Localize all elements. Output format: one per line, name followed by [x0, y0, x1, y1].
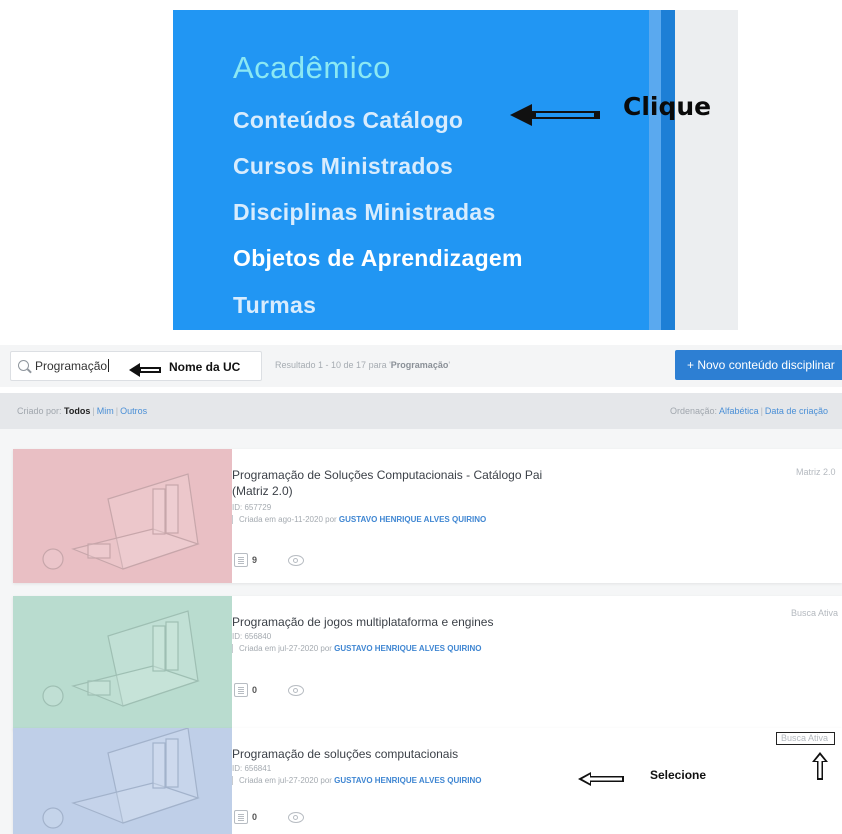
card-author-link[interactable]: GUSTAVO HENRIQUE ALVES QUIRINO	[339, 515, 486, 524]
annotation-arrow-up-icon	[812, 752, 828, 780]
menu-item-disciplinas-ministradas[interactable]: Disciplinas Ministradas	[233, 199, 496, 226]
menu-item-conteudos-catalogo[interactable]: Conteúdos Catálogo	[233, 107, 463, 134]
annotation-selecione: Selecione	[650, 768, 707, 782]
card-title[interactable]: Programação de jogos multiplataforma e e…	[232, 614, 572, 630]
laptop-books-illustration-icon	[42, 728, 200, 829]
card-thumbnail	[13, 728, 232, 834]
annotation-arrow-left-icon	[510, 104, 600, 126]
card-created: Criada em jul-27-2020 por GUSTAVO HENRIQ…	[232, 644, 481, 653]
card-id: ID: 656840	[232, 632, 272, 641]
card-author-link[interactable]: GUSTAVO HENRIQUE ALVES QUIRINO	[334, 644, 481, 653]
content-card[interactable]: Programação de jogos multiplataforma e e…	[13, 596, 842, 730]
menu-scrollbar[interactable]	[661, 10, 675, 330]
annotation-clique: Clique	[623, 92, 712, 121]
filter-outros[interactable]: Outros	[120, 406, 147, 416]
laptop-books-illustration-icon	[42, 610, 200, 707]
menu-item-cursos-ministrados[interactable]: Cursos Ministrados	[233, 153, 453, 180]
search-result-summary: Resultado 1 - 10 de 17 para 'Programação…	[275, 360, 451, 370]
menu-scroll-strip	[649, 10, 661, 330]
menu-item-turmas[interactable]: Turmas	[233, 292, 316, 319]
order-alfabetica[interactable]: Alfabética	[719, 406, 759, 416]
card-status: Matriz 2.0	[796, 467, 836, 477]
annotation-arrow-left-icon	[578, 772, 624, 786]
card-id: ID: 656841	[232, 764, 272, 773]
document-count: 0	[252, 812, 258, 822]
content-card[interactable]: Programação de soluções computacionais I…	[13, 728, 842, 834]
card-created: Criada em jul-27-2020 por GUSTAVO HENRIQ…	[232, 776, 481, 785]
content-card[interactable]: Programação de Soluções Computacionais -…	[13, 449, 842, 583]
card-id: ID: 657729	[232, 503, 272, 512]
document-icon	[234, 683, 248, 697]
card-created: Criada em ago-11-2020 por GUSTAVO HENRIQ…	[232, 515, 486, 524]
search-toolbar: Programação Nome da UC Resultado 1 - 10 …	[0, 345, 842, 387]
text-caret	[108, 359, 110, 372]
filter-bar: Criado por: Todos | Mim | Outros Ordenação: …	[0, 393, 842, 429]
document-count: 9	[252, 555, 258, 565]
search-input[interactable]: Programação Nome da UC	[10, 351, 262, 381]
search-input-value: Programação	[35, 359, 108, 373]
order-data-de-criacao[interactable]: Data de criação	[765, 406, 828, 416]
filter-todos[interactable]: Todos	[64, 406, 90, 416]
eye-icon[interactable]	[288, 685, 304, 696]
filter-mim[interactable]: Mim	[97, 406, 114, 416]
card-title[interactable]: Programação de soluções computacionais	[232, 746, 572, 762]
search-icon	[18, 360, 29, 371]
card-thumbnail	[13, 449, 232, 583]
menu-title: Acadêmico	[233, 50, 391, 85]
laptop-books-illustration-icon	[42, 473, 200, 570]
document-icon	[234, 553, 248, 567]
annotation-arrow-left-icon	[129, 363, 161, 377]
annotation-nome-da-uc: Nome da UC	[169, 360, 241, 374]
card-author-link[interactable]: GUSTAVO HENRIQUE ALVES QUIRINO	[334, 776, 481, 785]
document-count: 0	[252, 685, 258, 695]
menu-item-objetos-de-aprendizagem[interactable]: Objetos de Aprendizagem	[233, 245, 523, 272]
eye-icon[interactable]	[288, 812, 304, 823]
eye-icon[interactable]	[288, 555, 304, 566]
card-status: Busca Ativa	[791, 608, 839, 618]
card-title[interactable]: Programação de Soluções Computacionais -…	[232, 467, 572, 499]
order-filter: Ordenação: Alfabética | Data de criação	[670, 406, 828, 416]
new-content-button[interactable]: + Novo conteúdo disciplinar	[675, 350, 842, 380]
document-icon	[234, 810, 248, 824]
created-by-filter: Criado por: Todos | Mim | Outros	[17, 406, 148, 416]
card-status: Busca Ativa	[776, 732, 836, 745]
card-thumbnail	[13, 596, 232, 730]
academic-menu-crop: Acadêmico Conteúdos Catálogo Cursos Mini…	[173, 10, 738, 330]
academic-menu: Acadêmico Conteúdos Catálogo Cursos Mini…	[173, 10, 661, 330]
